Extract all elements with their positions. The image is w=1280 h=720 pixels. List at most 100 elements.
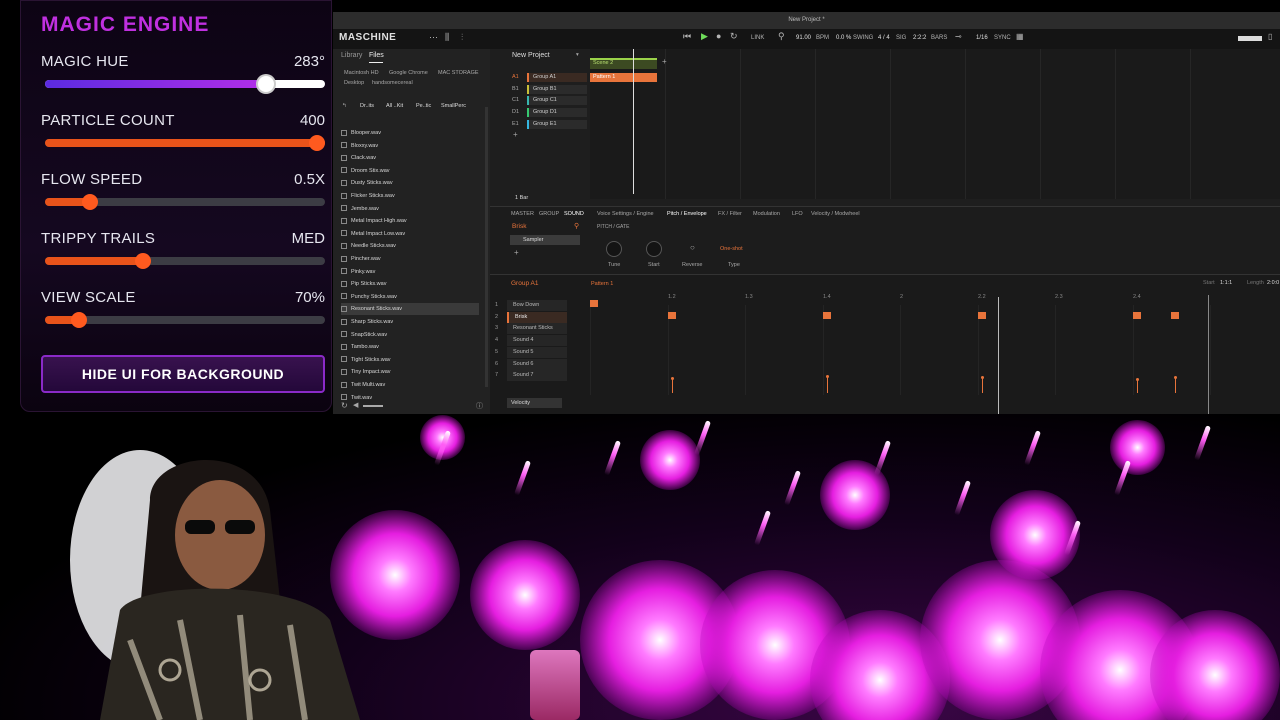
view-scale-slider[interactable] bbox=[45, 312, 325, 328]
file-item[interactable]: Dusty Sticks.wav bbox=[341, 177, 479, 189]
tab-fx-filter[interactable]: FX / Filter bbox=[718, 211, 742, 217]
file-item[interactable]: Twit.wav bbox=[341, 392, 479, 404]
library-icon[interactable]: ⫼ bbox=[445, 32, 449, 43]
add-plugin-icon[interactable]: + bbox=[514, 248, 519, 257]
preview-volume-slider[interactable] bbox=[363, 405, 383, 407]
file-item[interactable]: Sharp Sticks.wav bbox=[341, 316, 479, 328]
bar-length[interactable]: 1 Bar bbox=[515, 195, 528, 201]
note-step[interactable] bbox=[822, 311, 831, 319]
note-step[interactable] bbox=[1171, 311, 1180, 319]
sound-row[interactable]: Sound 4 bbox=[507, 335, 567, 347]
magic-hue-slider[interactable] bbox=[45, 76, 325, 92]
breadcrumb-2[interactable]: All ..Kit bbox=[386, 103, 403, 109]
group-row[interactable]: C1 Group C1 bbox=[510, 95, 590, 106]
sound-row[interactable]: Bow Down bbox=[507, 300, 567, 311]
tab-files[interactable]: Files bbox=[369, 52, 384, 59]
tab-library[interactable]: Library bbox=[341, 52, 362, 59]
slider-thumb[interactable] bbox=[135, 253, 151, 269]
tune-knob[interactable] bbox=[606, 241, 622, 257]
loop-icon[interactable]: ↻ bbox=[730, 31, 738, 42]
file-item[interactable]: Droom Stix.wav bbox=[341, 165, 479, 177]
info-icon[interactable]: ⓘ bbox=[476, 401, 483, 411]
velocity-bar[interactable] bbox=[826, 376, 828, 393]
loop-end-marker[interactable] bbox=[1208, 295, 1209, 414]
note-step[interactable] bbox=[667, 311, 676, 319]
file-item[interactable]: Tambo.wav bbox=[341, 341, 479, 353]
location-google-chrome[interactable]: Google Chrome bbox=[389, 70, 428, 76]
location-macintosh-hd[interactable]: Macintosh HD bbox=[344, 70, 379, 76]
location-mac-storage[interactable]: MAC STORAGE bbox=[438, 70, 479, 76]
file-item[interactable]: Tiny Impact.wav bbox=[341, 366, 479, 378]
quantize-value[interactable]: 1/16 bbox=[976, 35, 988, 41]
velocity-bar[interactable] bbox=[1136, 379, 1138, 393]
note-step[interactable] bbox=[977, 311, 986, 319]
trippy-trails-slider[interactable] bbox=[45, 253, 325, 269]
velocity-handle[interactable] bbox=[825, 375, 829, 378]
flow-speed-slider[interactable] bbox=[45, 194, 325, 210]
menu-icon[interactable]: ⋯ bbox=[429, 32, 438, 43]
sound-name[interactable]: Brisk bbox=[512, 223, 526, 230]
sync-label[interactable]: SYNC bbox=[994, 35, 1011, 41]
velocity-handle[interactable] bbox=[1135, 378, 1139, 381]
particle-count-slider[interactable] bbox=[45, 135, 325, 151]
file-item[interactable]: Blooper.wav bbox=[341, 127, 479, 139]
pattern-group-name[interactable]: Group A1 bbox=[511, 280, 538, 287]
file-item[interactable]: Bloxxy.wav bbox=[341, 140, 479, 152]
tab-group[interactable]: GROUP bbox=[539, 211, 559, 217]
metronome-icon[interactable]: ⚲ bbox=[778, 31, 785, 42]
tab-voice-settings[interactable]: Voice Settings / Engine bbox=[597, 211, 654, 217]
sound-row[interactable]: Brisk bbox=[507, 311, 567, 323]
file-item[interactable]: Pip Sticks.wav bbox=[341, 278, 479, 290]
sound-row[interactable]: Resonant Sticks bbox=[507, 323, 567, 335]
refresh-icon[interactable]: ↻ bbox=[341, 401, 348, 410]
tab-sound[interactable]: SOUND bbox=[564, 211, 584, 217]
sound-row[interactable]: Sound 7 bbox=[507, 370, 567, 382]
sound-row[interactable]: Sound 5 bbox=[507, 346, 567, 358]
velocity-handle[interactable] bbox=[670, 377, 674, 380]
tab-pitch-envelope[interactable]: Pitch / Envelope bbox=[667, 211, 707, 217]
file-item[interactable]: Pinky.wav bbox=[341, 266, 479, 278]
velocity-handle[interactable] bbox=[980, 376, 984, 379]
link-label[interactable]: LINK bbox=[751, 35, 764, 41]
view-icon[interactable]: ▯ bbox=[1268, 32, 1272, 41]
start-value[interactable]: 1:1:1 bbox=[1220, 280, 1232, 286]
file-item[interactable]: Tight Sticks.wav bbox=[341, 354, 479, 366]
slider-thumb[interactable] bbox=[309, 135, 325, 151]
tab-modulation[interactable]: Modulation bbox=[753, 211, 780, 217]
hide-ui-button[interactable]: HIDE UI FOR BACKGROUND bbox=[41, 355, 325, 393]
pattern-name[interactable]: Pattern 1 bbox=[591, 281, 613, 287]
record-icon[interactable]: ● bbox=[716, 31, 721, 41]
slider-thumb[interactable] bbox=[81, 194, 98, 210]
type-value[interactable]: One-shot bbox=[720, 246, 743, 252]
follow-icon[interactable]: ⊸ bbox=[955, 32, 962, 41]
tempo-value[interactable]: 91.00 bbox=[796, 35, 811, 41]
keyboard-icon[interactable]: ▦ bbox=[1016, 32, 1024, 41]
note-step[interactable] bbox=[1132, 311, 1141, 319]
note-step[interactable] bbox=[590, 300, 598, 307]
browser-scrollbar[interactable] bbox=[485, 107, 488, 387]
file-item[interactable]: Pincher.wav bbox=[341, 253, 479, 265]
plugin-slot[interactable] bbox=[510, 235, 580, 245]
file-item[interactable]: Punchy Sticks.wav bbox=[341, 291, 479, 303]
file-item[interactable]: Needle Sticks.wav bbox=[341, 240, 479, 252]
reverse-toggle-icon[interactable]: ○ bbox=[690, 243, 695, 252]
play-icon[interactable]: ▶ bbox=[701, 31, 708, 42]
location-desktop[interactable]: Desktop bbox=[344, 80, 364, 86]
add-group-icon[interactable]: + bbox=[513, 130, 518, 139]
step-grid[interactable] bbox=[590, 300, 1211, 395]
velocity-bar[interactable] bbox=[1175, 377, 1177, 393]
group-row[interactable]: D1 Group D1 bbox=[510, 107, 590, 118]
start-knob[interactable] bbox=[646, 241, 662, 257]
file-item[interactable]: Metal Impact Low.wav bbox=[341, 228, 479, 240]
group-row[interactable]: E1 Group E1 bbox=[510, 119, 590, 130]
file-item[interactable]: Twit Multi.wav bbox=[341, 379, 479, 391]
length-value[interactable]: 2:0:0 bbox=[1267, 280, 1279, 286]
breadcrumb-3[interactable]: Pe..tic bbox=[416, 103, 431, 109]
file-item[interactable]: Flicker Sticks.wav bbox=[341, 190, 479, 202]
skip-back-icon[interactable]: ⏮ bbox=[683, 31, 691, 42]
file-item[interactable]: Clack.wav bbox=[341, 152, 479, 164]
velocity-handle[interactable] bbox=[1174, 376, 1178, 379]
add-scene-icon[interactable]: + bbox=[662, 57, 667, 66]
file-item[interactable]: Jembe.wav bbox=[341, 203, 479, 215]
file-item[interactable]: Metal Impact High.wav bbox=[341, 215, 479, 227]
